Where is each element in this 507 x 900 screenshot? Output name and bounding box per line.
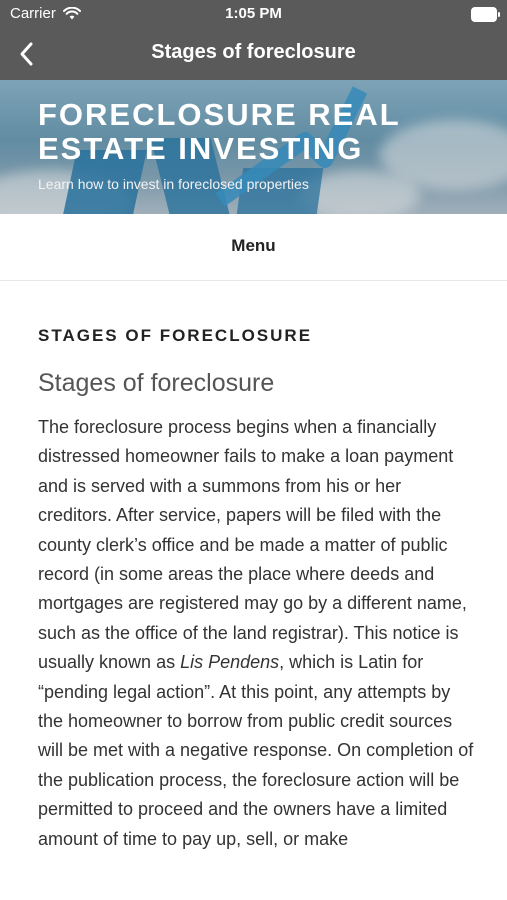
site-header-banner: FORECLOSURE REAL ESTATE INVESTING Learn … [0, 80, 507, 214]
body-text: , which is Latin for “pending legal acti… [38, 652, 474, 849]
status-time: 1:05 PM [225, 5, 282, 22]
menu-bar: Menu [0, 214, 507, 281]
battery-icon [471, 7, 500, 22]
body-italic-text: Lis Pendens [180, 652, 280, 673]
site-tagline: Learn how to invest in foreclosed proper… [38, 176, 309, 192]
back-button[interactable] [8, 36, 44, 72]
status-bar: Carrier 1:05 PM [0, 0, 507, 28]
section-heading: STAGES OF FORECLOSURE [38, 326, 313, 345]
post-title: Stages of foreclosure [38, 369, 275, 397]
chevron-left-icon [20, 42, 33, 66]
top-bar: Carrier 1:05 PM Stages of foreclosure [0, 0, 507, 80]
article-content: STAGES OF FORECLOSURE Stages of foreclos… [38, 326, 478, 872]
article-body: The foreclosure process begins when a fi… [38, 413, 478, 854]
menu-button[interactable]: Menu [0, 236, 507, 256]
site-title[interactable]: FORECLOSURE REAL ESTATE INVESTING [38, 98, 478, 166]
nav-title: Stages of foreclosure [151, 41, 356, 63]
body-text: The foreclosure process begins when a fi… [38, 417, 467, 673]
navigation-bar: Stages of foreclosure [0, 28, 507, 80]
